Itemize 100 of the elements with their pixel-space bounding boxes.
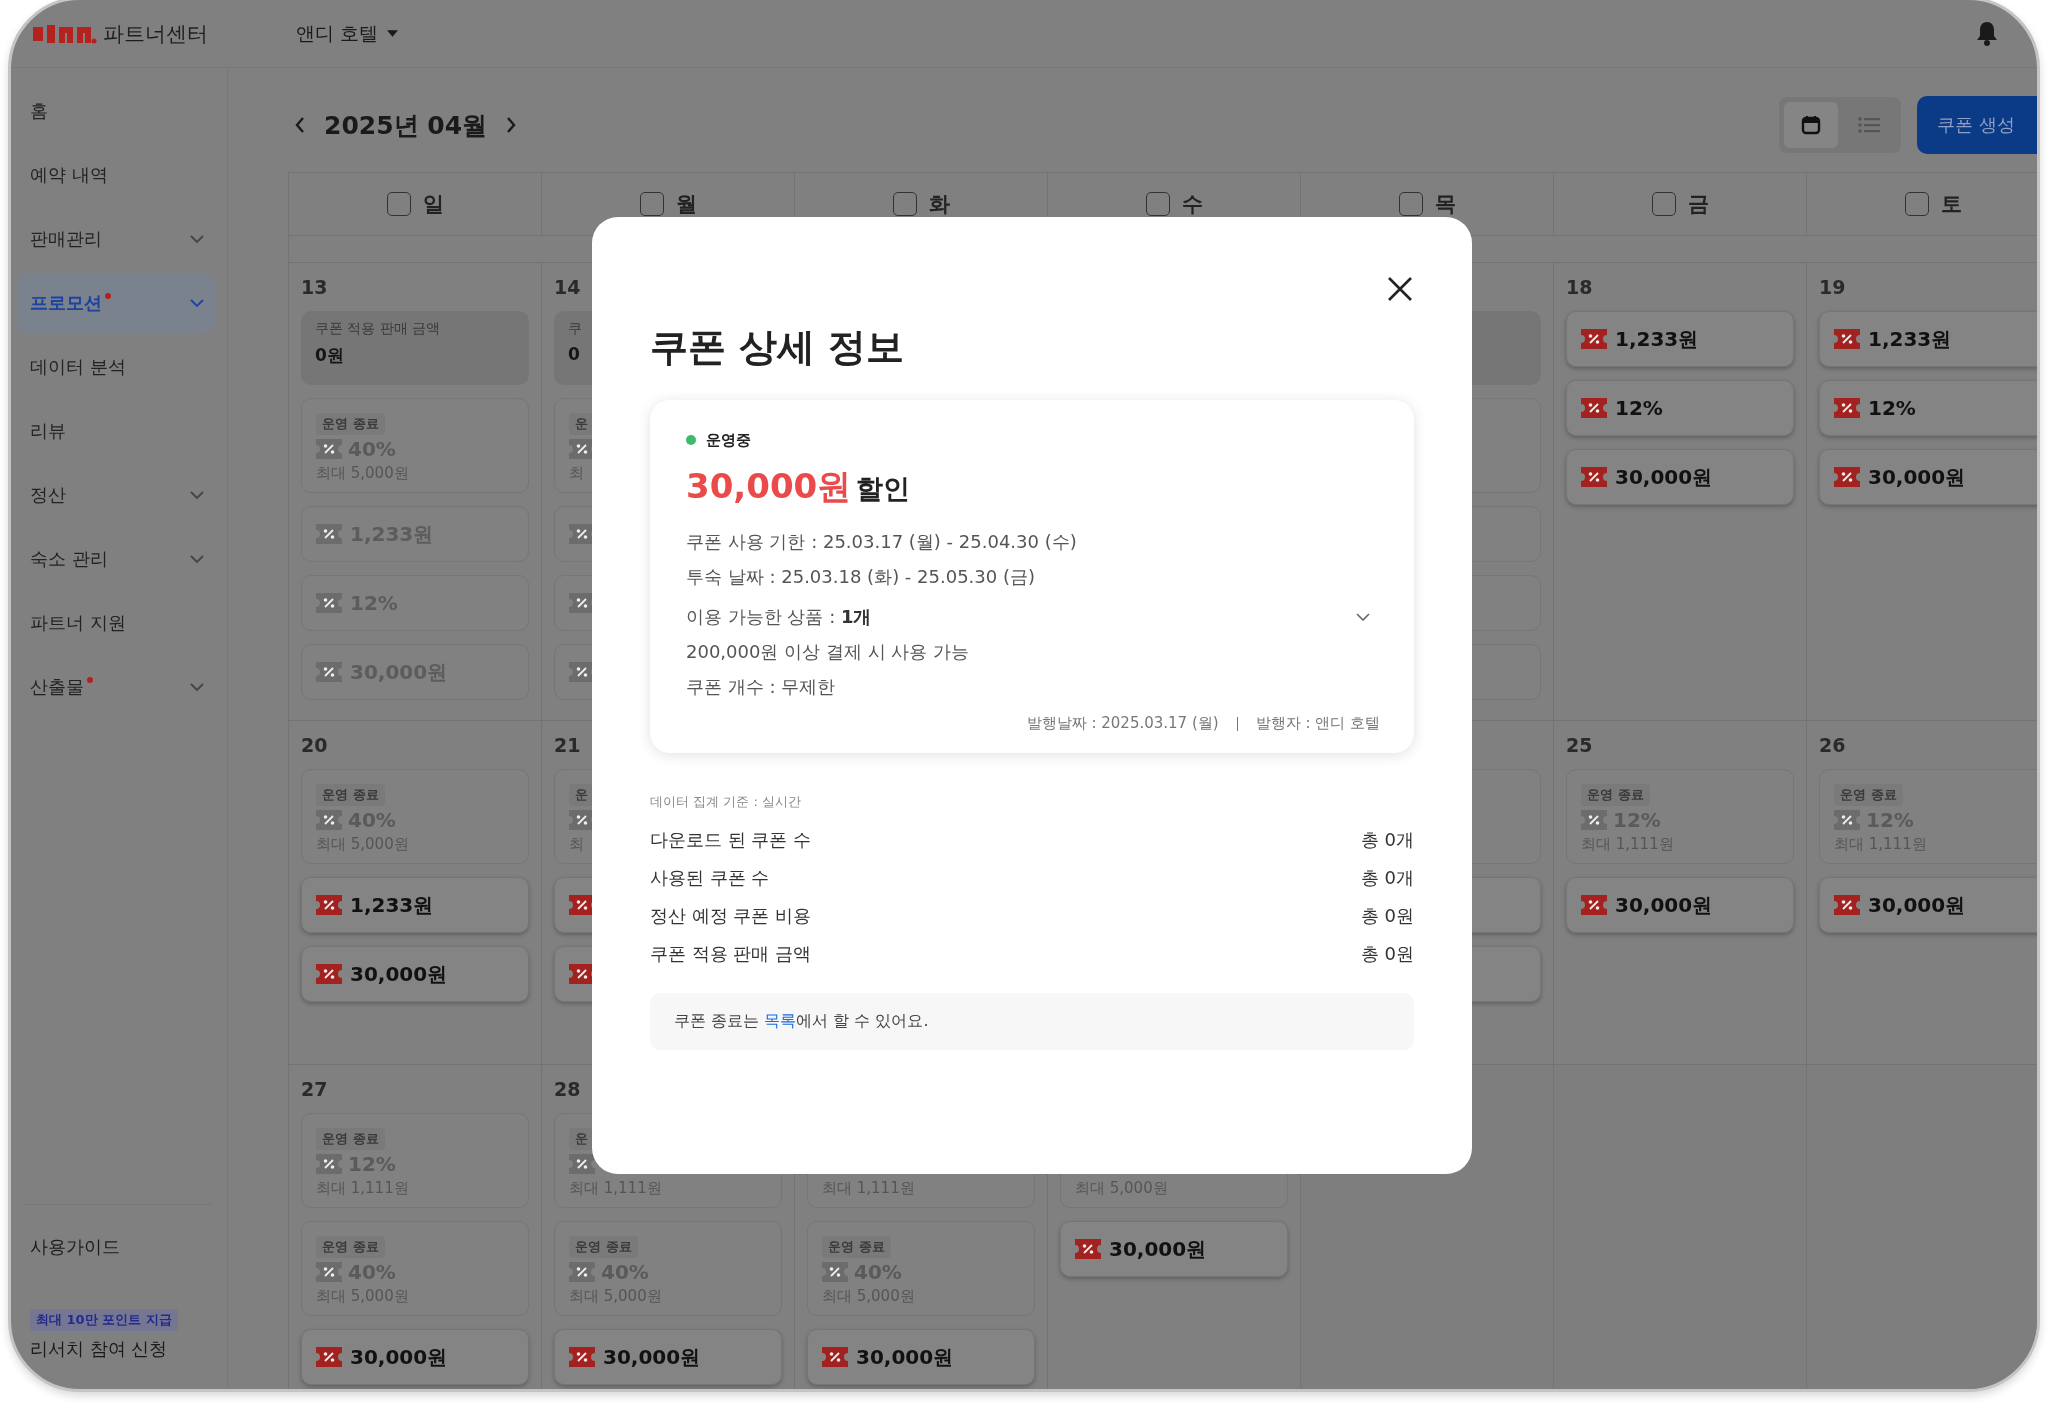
coupon-icon: [1075, 1239, 1101, 1259]
status-label: 운영중: [706, 430, 751, 450]
coupon-icon: [569, 1347, 595, 1367]
close-icon[interactable]: [1386, 275, 1414, 303]
day-number: 13: [301, 276, 328, 298]
status-badge: 운: [569, 1128, 594, 1150]
coupon-card[interactable]: 30,000원: [554, 1329, 782, 1385]
weekday-label: 목: [1434, 191, 1456, 218]
coupon-value: 30,000원: [350, 1343, 448, 1371]
checkbox[interactable]: [1651, 192, 1676, 216]
chevron-right-icon[interactable]: [506, 117, 517, 133]
chevron-left-icon[interactable]: [295, 117, 305, 133]
coupon-card[interactable]: 30,000원: [301, 946, 529, 1002]
day-number: 18: [1566, 276, 1593, 298]
weekday-label: 수: [1181, 191, 1203, 218]
detail-text: 이용 가능한 상품 : 1개: [686, 605, 872, 629]
coupon-icon: [1834, 895, 1860, 915]
coupon-card[interactable]: 12%: [1566, 380, 1794, 436]
coupon-card[interactable]: 1,233원: [1566, 311, 1794, 367]
coupon-value: 30,000원: [1615, 463, 1713, 491]
research-link[interactable]: 리서치 참여 신청: [30, 1337, 168, 1361]
summary-label: 쿠폰 적용 판매 금액: [315, 320, 441, 338]
checkbox[interactable]: [1398, 192, 1423, 216]
calendar-icon: [1801, 115, 1822, 135]
coupon-icon: [316, 524, 342, 544]
create-coupon-button[interactable]: 쿠폰 생성: [1917, 96, 2037, 154]
stat-label: 사용된 쿠폰 수: [650, 866, 770, 890]
calendar-view-button[interactable]: [1784, 102, 1839, 148]
coupon-card[interactable]: 30,000원: [301, 1329, 529, 1385]
checkbox[interactable]: [639, 192, 664, 216]
coupon-card[interactable]: 30,000원: [1566, 449, 1794, 505]
status-badge: 운영 종료: [569, 1236, 638, 1258]
sidebar-item[interactable]: 파트너 지원: [18, 593, 215, 653]
sidebar-item[interactable]: 숙소 관리: [18, 529, 215, 589]
discount-amount: 30,000원: [686, 465, 852, 508]
brand-title: 파트너센터: [103, 20, 208, 48]
sidebar-item[interactable]: 예약 내역: [18, 145, 215, 205]
day-number: 20: [301, 734, 328, 756]
coupon-icon: [316, 809, 342, 830]
caret-icon: [387, 30, 399, 37]
day-number: 21: [554, 734, 581, 756]
coupon-card[interactable]: 30,000원: [1566, 877, 1794, 933]
coupon-card[interactable]: 30,000원: [1819, 449, 2037, 505]
coupon-card[interactable]: 30,000원: [1819, 877, 2037, 933]
sidebar-item[interactable]: 프로모션: [18, 273, 215, 333]
discount-label: 할인: [856, 472, 911, 506]
sidebar-item[interactable]: 데이터 분석: [18, 337, 215, 397]
issuer: 발행자 : 앤디 호텔: [1255, 714, 1380, 733]
sidebar-item[interactable]: 홈: [18, 81, 215, 141]
coupon-icon: [1834, 398, 1860, 418]
sidebar-item[interactable]: 정산: [18, 465, 215, 525]
stat-value: 총 0개: [1360, 828, 1414, 852]
weekday-label: 일: [422, 191, 444, 218]
user-guide-link[interactable]: 사용가이드: [30, 1235, 120, 1259]
coupon-icon: [1834, 329, 1860, 349]
bell-icon[interactable]: [1975, 20, 1999, 47]
coupon-value: 1,233원: [1615, 325, 1699, 353]
status-badge: 운: [569, 413, 594, 435]
day-number: 14: [554, 276, 581, 298]
dialog-title: 쿠폰 상세 정보: [650, 324, 906, 371]
coupon-icon: [1581, 398, 1607, 418]
status-badge: 운영 종료: [316, 784, 385, 806]
coupon-icon: [822, 1347, 848, 1367]
stat-label: 쿠폰 적용 판매 금액: [650, 942, 812, 966]
coupon-value: 30,000원: [350, 960, 448, 988]
status-badge: 운영 종료: [1581, 784, 1650, 806]
checkbox[interactable]: [1145, 192, 1170, 216]
coupon-card[interactable]: 1,233원: [301, 877, 529, 933]
coupon-card[interactable]: 30,000원: [807, 1329, 1035, 1385]
summary-value: 0: [568, 344, 580, 364]
property-dropdown[interactable]: 앤디 호텔: [296, 20, 399, 47]
coupon-card[interactable]: 30,000원: [1060, 1221, 1288, 1277]
status-badge: 운영 종료: [316, 1128, 385, 1150]
checkbox[interactable]: [386, 192, 411, 216]
sidebar-item[interactable]: 리뷰: [18, 401, 215, 461]
chevron-down-icon[interactable]: [1356, 612, 1370, 621]
detail-text: 투숙 날짜 : 25.03.18 (화) - 25.05.30 (금): [686, 565, 1035, 589]
sidebar-item[interactable]: 판매관리: [18, 209, 215, 269]
weekday-label: 토: [1940, 191, 1962, 218]
coupon-icon: [1581, 467, 1607, 487]
day-number: 26: [1819, 734, 1846, 756]
coupon-card[interactable]: 12%: [1819, 380, 2037, 436]
coupon-icon: [1834, 809, 1860, 830]
status-badge: 운: [569, 784, 594, 806]
sidebar-item[interactable]: 산출물: [18, 657, 215, 717]
coupon-value: 30,000원: [1868, 463, 1966, 491]
list-link[interactable]: 목록: [764, 1011, 797, 1030]
data-basis-note: 데이터 집계 기준 : 실시간: [650, 793, 802, 811]
coupon-card[interactable]: 1,233원: [1819, 311, 2037, 367]
checkbox[interactable]: [892, 192, 917, 216]
summary-value: 0원: [315, 344, 344, 367]
month-title: 2025년 04월: [324, 109, 488, 142]
coupon-icon: [316, 1347, 342, 1367]
day-number: 28: [554, 1078, 581, 1100]
weekday-label: 월: [675, 191, 697, 218]
summary-label: 쿠: [568, 320, 582, 338]
stat-label: 정산 예정 쿠폰 비용: [650, 904, 812, 928]
checkbox[interactable]: [1904, 192, 1929, 216]
coupon-value: 30,000원: [856, 1343, 954, 1371]
status-dot: [686, 435, 696, 445]
